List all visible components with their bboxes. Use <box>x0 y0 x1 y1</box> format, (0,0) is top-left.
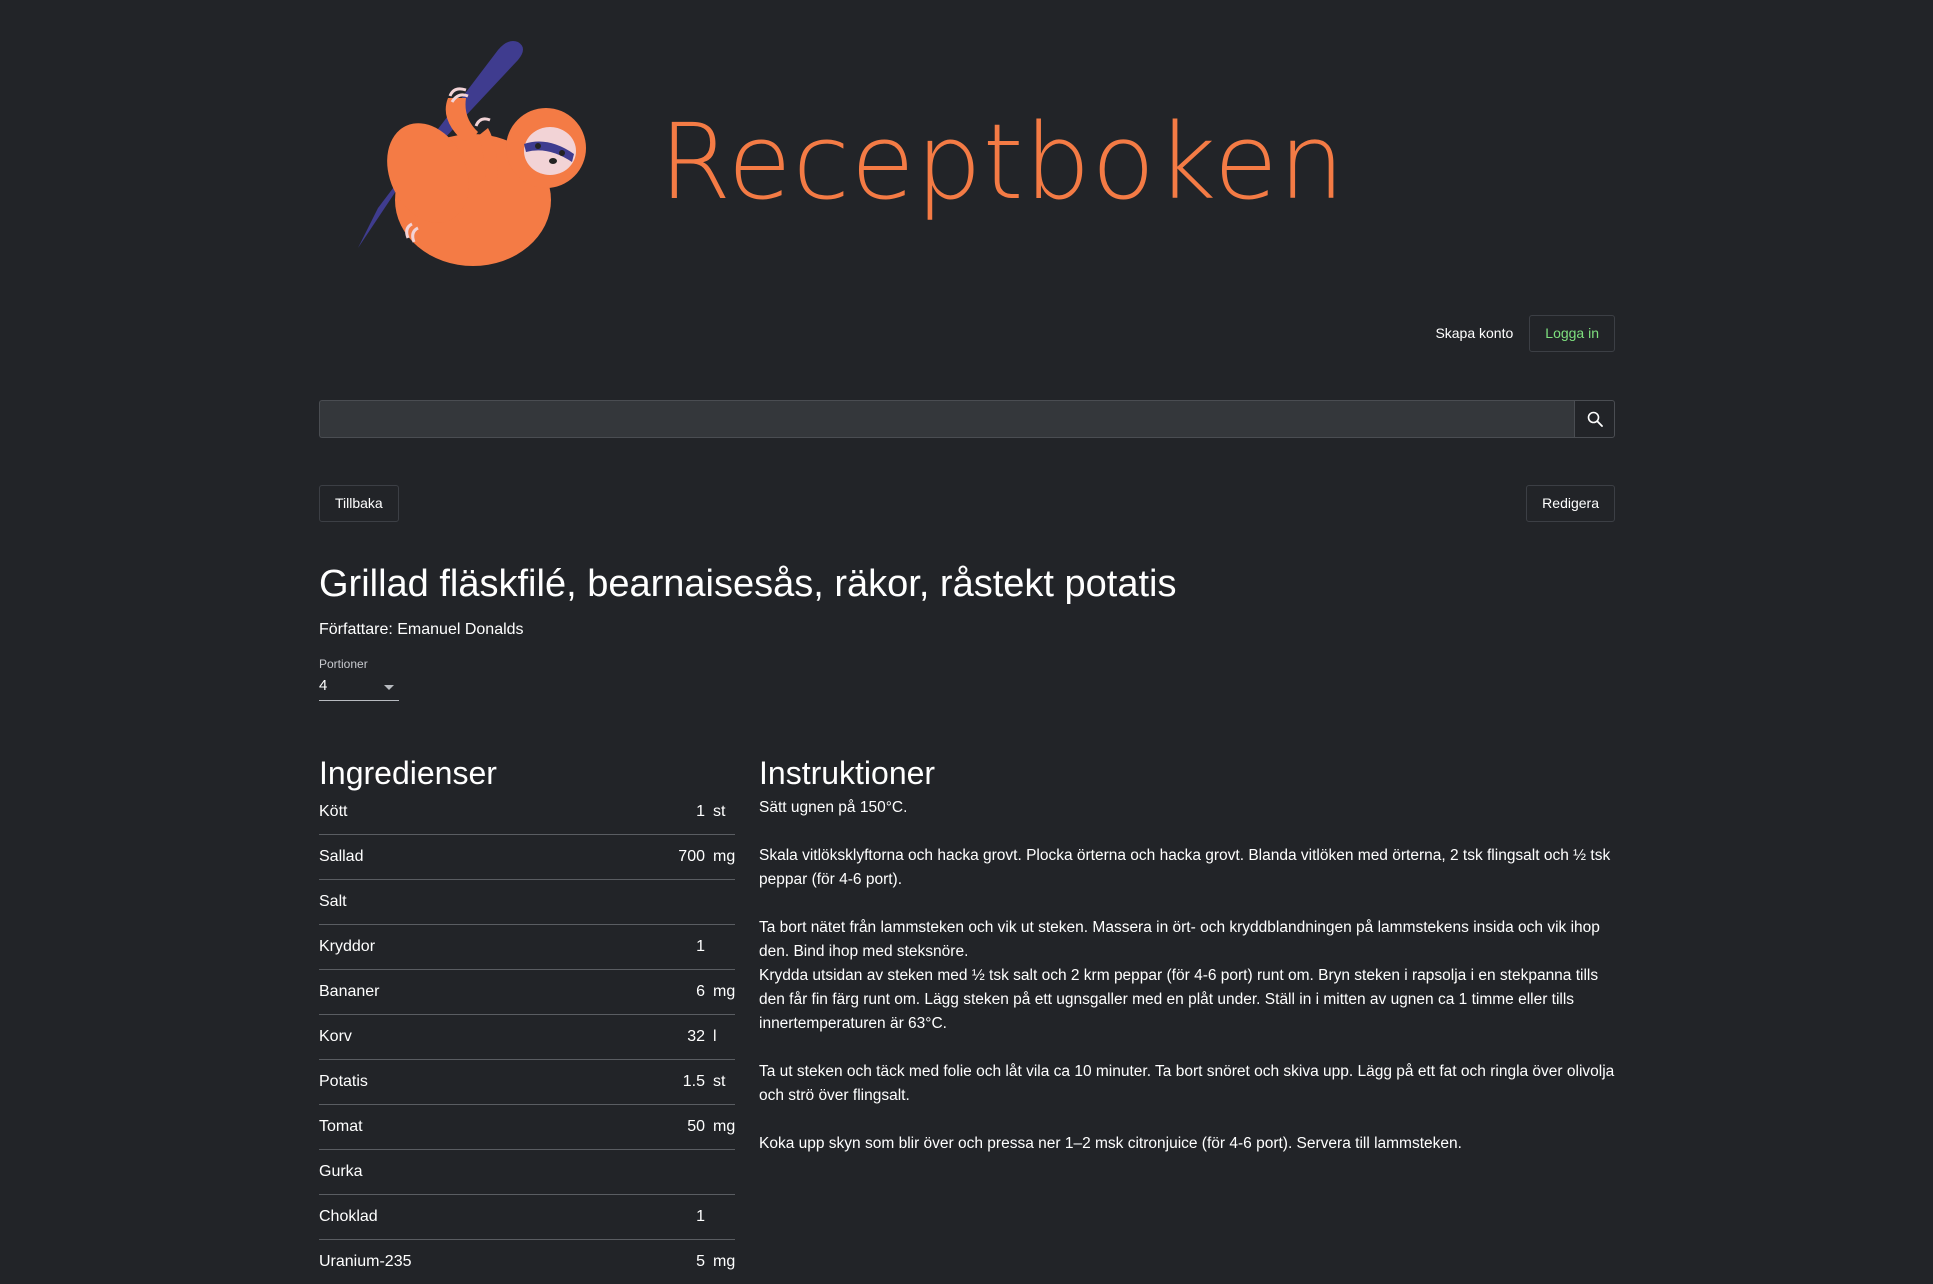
auth-links: Skapa konto Logga in <box>1435 314 1615 352</box>
ingredient-name: Uranium-235 <box>319 1253 412 1270</box>
ingredient-row: Bananer 6 mg <box>319 970 735 1015</box>
edit-button[interactable]: Redigera <box>1526 485 1615 522</box>
portions-value: 4 <box>319 677 328 694</box>
ingredient-name: Korv <box>319 1028 352 1045</box>
instruction-line: Skala vitlöksklyftorna och hacka grovt. … <box>759 847 1611 888</box>
ingredient-name: Potatis <box>319 1073 368 1090</box>
instruction-line: Koka upp skyn som blir över och pressa n… <box>759 1135 1462 1152</box>
ingredient-qty: 6 <box>696 983 705 1000</box>
ingredient-name: Salt <box>319 893 347 910</box>
ingredient-qty: 1 <box>696 1208 705 1225</box>
instruction-line: Krydda utsidan av steken med ½ tsk salt … <box>759 967 1599 1032</box>
ingredient-row: Gurka <box>319 1150 735 1195</box>
signup-link[interactable]: Skapa konto <box>1435 325 1513 341</box>
ingredient-name: Sallad <box>319 848 364 865</box>
instructions-text: Sätt ugnen på 150°C. Skala vitlöksklyftor… <box>759 796 1619 1156</box>
ingredients-list: Kött 1 st Sallad 700 mg Salt Kryddor 1 Bananer 6 mg… <box>319 790 735 1284</box>
ingredient-qty: 50 <box>687 1118 705 1135</box>
instruction-line: Ta ut steken och täck med folie och låt … <box>759 1063 1615 1104</box>
ingredients-heading: Ingredienser <box>319 755 497 791</box>
ingredient-row: Salt <box>319 880 735 925</box>
ingredients-section: Ingredienser Kött 1 st Sallad 700 mg Salt Krydd… <box>319 755 735 1284</box>
ingredient-name: Gurka <box>319 1163 363 1180</box>
instruction-line: Ta bort nätet från lammsteken och vik ut… <box>759 919 1600 960</box>
ingredient-unit: l <box>713 1028 717 1045</box>
ingredient-unit: mg <box>713 1118 736 1135</box>
ingredient-unit: mg <box>713 1253 736 1270</box>
instructions-section: Instruktioner Sätt ugnen på 150°C. Skala … <box>759 755 1619 1156</box>
instruction-line: Sätt ugnen på 150°C. <box>759 799 908 816</box>
recipe-title: Grillad fläskfilé, bearnaisesås, räkor, … <box>319 563 1177 605</box>
back-button[interactable]: Tillbaka <box>319 485 399 522</box>
ingredient-row: Korv 32 l <box>319 1015 735 1060</box>
ingredient-qty: 5 <box>696 1253 705 1270</box>
portions-select[interactable]: Portioner 4 <box>319 657 399 701</box>
instructions-heading: Instruktioner <box>759 755 936 791</box>
header: Receptboken <box>319 20 1615 290</box>
ingredient-qty: 1.5 <box>682 1073 705 1090</box>
ingredient-name: Kryddor <box>319 938 376 955</box>
ingredient-name: Bananer <box>319 983 380 1000</box>
ingredient-row: Kött 1 st <box>319 790 735 835</box>
ingredient-row: Kryddor 1 <box>319 925 735 970</box>
ingredient-unit: mg <box>713 983 736 1000</box>
ingredient-qty: 32 <box>687 1028 705 1045</box>
ingredient-row: Potatis 1.5 st <box>319 1060 735 1105</box>
ingredient-row: Sallad 700 mg <box>319 835 735 880</box>
ingredient-name: Choklad <box>319 1208 378 1225</box>
ingredient-unit: st <box>713 803 726 820</box>
ingredient-qty: 700 <box>678 848 705 865</box>
recipe-author: Författare: Emanuel Donalds <box>319 621 524 638</box>
ingredient-name: Tomat <box>319 1118 363 1135</box>
search-input[interactable] <box>319 400 1574 438</box>
portions-label: Portioner <box>319 657 368 671</box>
search-button[interactable] <box>1574 400 1615 438</box>
portions-dropdown[interactable]: 4 <box>319 677 399 701</box>
ingredient-unit: mg <box>713 848 736 865</box>
login-button[interactable]: Logga in <box>1529 314 1615 352</box>
ingredient-name: Kött <box>319 803 348 820</box>
ingredient-unit: st <box>713 1073 726 1090</box>
sloth-logo-icon[interactable] <box>348 28 618 298</box>
ingredient-row: Uranium-235 5 mg <box>319 1240 735 1284</box>
page-container: Receptboken Skapa konto Logga in Tillbak… <box>319 0 1615 1271</box>
chevron-down-icon <box>384 685 394 690</box>
search-bar <box>319 400 1615 438</box>
ingredient-qty: 1 <box>696 803 705 820</box>
brand-title[interactable]: Receptboken <box>659 110 1346 214</box>
ingredient-row: Tomat 50 mg <box>319 1105 735 1150</box>
ingredient-row: Choklad 1 <box>319 1195 735 1240</box>
search-icon <box>1587 411 1603 427</box>
ingredient-qty: 1 <box>696 938 705 955</box>
